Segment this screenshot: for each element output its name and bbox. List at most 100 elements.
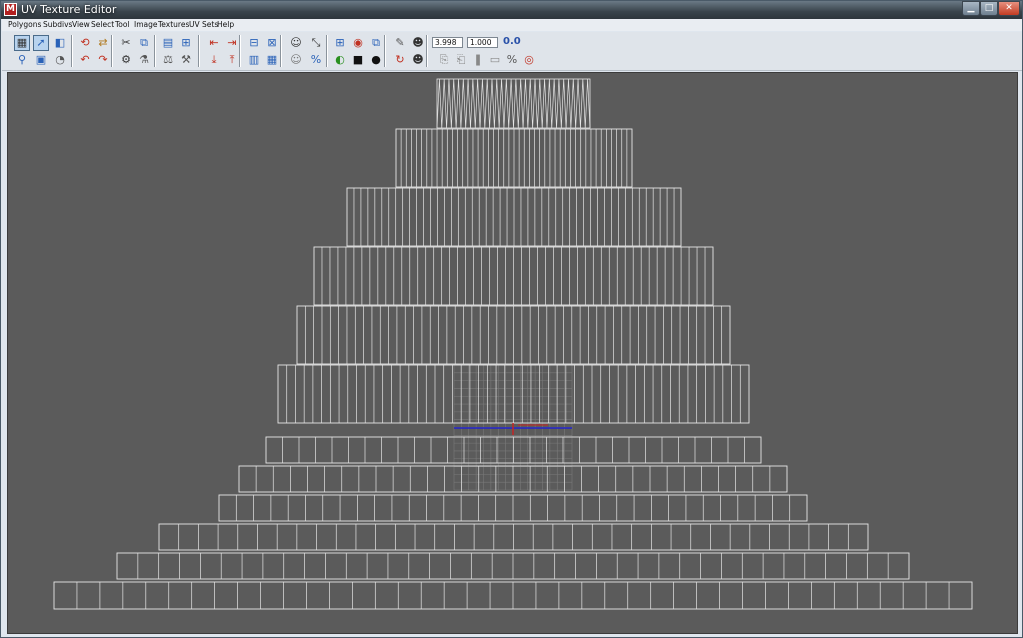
uv-ratio-button[interactable]: ⚲ [14, 52, 30, 68]
rotate-uv-button[interactable]: ⟲ [77, 35, 93, 51]
rotate-uv-icon: ⟲ [80, 36, 90, 49]
relax-button[interactable]: ⤒ [224, 52, 240, 68]
copy-button[interactable]: ⎘ [436, 52, 452, 68]
minimize-button[interactable]: ▁ [962, 1, 980, 16]
pin-button[interactable]: % [308, 52, 324, 68]
uv-shell-top-edges [436, 78, 591, 129]
unfold-button[interactable]: ↷ [95, 52, 111, 68]
camera-button[interactable]: ☻ [410, 35, 426, 51]
checker-icon: ▦ [16, 36, 28, 49]
grid-icon: ⊞ [181, 36, 191, 49]
shade-icon: ◔ [55, 53, 65, 66]
shell-button[interactable]: ✎ [392, 35, 408, 51]
menu-help[interactable]: Help [217, 19, 234, 31]
camera-icon: ☻ [412, 36, 424, 49]
filter-icon: ☻ [412, 53, 424, 66]
filter-button[interactable]: ☻ [410, 52, 426, 68]
toolbar-separator [198, 35, 200, 67]
snapshot-button[interactable]: ◧ [52, 35, 68, 51]
refresh-button[interactable]: ◐ [332, 52, 348, 68]
close-button[interactable]: ✕ [998, 1, 1020, 16]
title-bar[interactable]: M UV Texture Editor ▁ □ ✕ [1, 1, 1022, 19]
shade-button[interactable]: ◔ [52, 52, 68, 68]
menu-image[interactable]: Image [134, 19, 158, 31]
toggle-button[interactable]: 0.0 [503, 36, 521, 47]
dim-image-button[interactable]: ▣ [33, 52, 49, 68]
checker-button[interactable]: ▦ [14, 35, 30, 51]
menu-uv-sets[interactable]: UV Sets [189, 19, 218, 31]
sew-uv-button[interactable]: ⧉ [136, 35, 152, 51]
percent-button[interactable]: ↶ [77, 52, 93, 68]
distribute-button[interactable]: % [504, 52, 520, 68]
paste-uv-icon: ■ [352, 53, 364, 66]
menu-subdivs[interactable]: Subdivs [43, 19, 72, 31]
stack-button[interactable]: ▭ [487, 52, 503, 68]
up-arrow-icon: ☺ [290, 53, 302, 66]
snapshot-icon: ◧ [54, 36, 66, 49]
align-right-button[interactable]: ⚗ [136, 52, 152, 68]
cut-uv-button[interactable]: ✂ [118, 35, 134, 51]
percent-icon: ↶ [80, 53, 90, 66]
delete-icon: ❚ [473, 53, 483, 66]
texture-button[interactable]: ↻ [392, 52, 408, 68]
down-arrow-icon: ▦ [266, 53, 278, 66]
toolbar-separator [426, 35, 428, 67]
toolbar-separator [111, 35, 113, 67]
down-arrow-button[interactable]: ▦ [264, 52, 280, 68]
menu-polygons[interactable]: Polygons [8, 19, 41, 31]
layout-button[interactable]: ▤ [160, 35, 176, 51]
arrow-right-icon: ⇥ [227, 36, 237, 49]
close-icon: ✕ [1005, 3, 1013, 13]
delete-button[interactable]: ❚ [470, 52, 486, 68]
align-left-button[interactable]: ⚙ [118, 52, 134, 68]
uv-canvas[interactable] [8, 73, 1017, 633]
wire-grid-button[interactable]: ⊞ [332, 35, 348, 51]
toolbar-separator [154, 35, 156, 67]
toolbar-separator [71, 35, 73, 67]
arrow-right-button[interactable]: ⇥ [224, 35, 240, 51]
maximize-button[interactable]: □ [980, 1, 998, 16]
rotate-cw-icon: ⚒ [181, 53, 191, 66]
menu-textures[interactable]: Textures [158, 19, 189, 31]
texture-icon: ↻ [395, 53, 405, 66]
grid-sub-button[interactable]: ▥ [246, 52, 262, 68]
split-icon: ⊠ [267, 36, 277, 49]
menu-view[interactable]: View [72, 19, 90, 31]
rotate-cw-button[interactable]: ⚒ [178, 52, 194, 68]
move-uv-button[interactable]: ➚ [33, 35, 49, 51]
up-arrow-button[interactable]: ☺ [288, 52, 304, 68]
toolbar-separator [384, 35, 386, 67]
cut-uv-icon: ✂ [121, 36, 131, 49]
uv-viewport[interactable] [7, 72, 1018, 634]
uv-texture-editor-window: M UV Texture Editor ▁ □ ✕ Polygons Subdi… [0, 0, 1023, 638]
toolbar-separator [280, 35, 282, 67]
field-1-input[interactable]: 3.998 [432, 37, 463, 48]
cycle-icon: ● [371, 53, 381, 66]
field-2-input[interactable]: 1.000 [467, 37, 498, 48]
maximize-icon: □ [984, 3, 994, 13]
flip-uv-button[interactable]: ⇄ [95, 35, 111, 51]
dim-image-icon: ▣ [35, 53, 47, 66]
paste-uv-button[interactable]: ■ [350, 52, 366, 68]
menu-select[interactable]: Select [91, 19, 114, 31]
straighten-icon: ⤡ [311, 36, 321, 49]
rotate-ccw-button[interactable]: ⚖ [160, 52, 176, 68]
arrow-left-button[interactable]: ⇤ [206, 35, 222, 51]
window-title: UV Texture Editor [21, 3, 117, 16]
maya-icon[interactable]: M [4, 3, 17, 16]
cycle-button[interactable]: ● [368, 52, 384, 68]
person-button[interactable]: ☺ [288, 35, 304, 51]
paste-button[interactable]: ⎗ [453, 52, 469, 68]
split-button[interactable]: ⊠ [264, 35, 280, 51]
grid-button[interactable]: ⊞ [178, 35, 194, 51]
straighten-button[interactable]: ⤡ [308, 35, 324, 51]
toolbar-separator [239, 35, 241, 67]
normalize-button[interactable]: ⤓ [206, 52, 222, 68]
unfold-icon: ↷ [98, 53, 108, 66]
isolate-button[interactable]: ◉ [350, 35, 366, 51]
menu-bar: Polygons Subdivs View Select Tool Image … [2, 19, 1022, 31]
uv-grid-button[interactable]: ⊟ [246, 35, 262, 51]
menu-tool[interactable]: Tool [115, 19, 130, 31]
copy-uv-button[interactable]: ⧉ [368, 35, 384, 51]
unitize-button[interactable]: ◎ [521, 52, 537, 68]
